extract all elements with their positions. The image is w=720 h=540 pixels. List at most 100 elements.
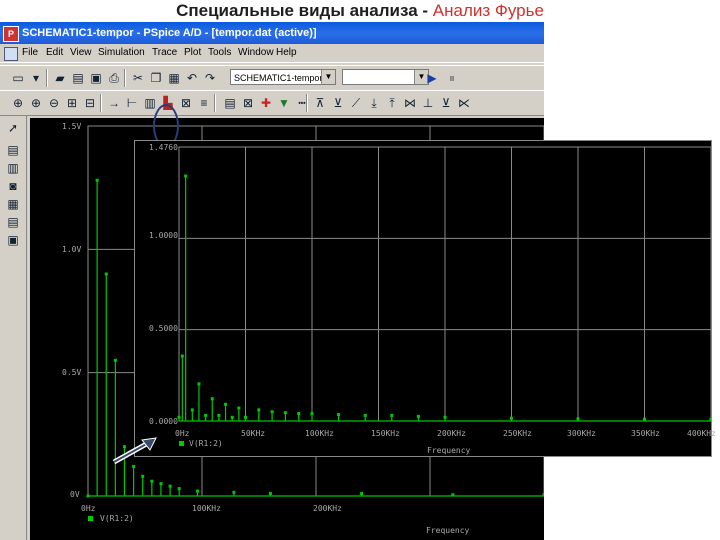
document-icon[interactable] [4,47,18,61]
mark-label-icon[interactable]: ▼ [276,95,292,111]
redo-icon[interactable]: ↷ [202,70,218,86]
data-point [270,410,274,414]
data-point [113,358,117,362]
data-point [132,464,136,468]
menu-trace[interactable]: Trace [152,44,177,62]
copy-icon[interactable]: ❐ [148,70,164,86]
open-file-icon[interactable]: ▤ [70,70,86,86]
zoom-in-icon[interactable]: ⊕ [28,95,44,111]
new-file-icon[interactable]: ▭ [10,70,26,86]
pause-icon[interactable]: ⏸ [444,70,460,86]
data-point [232,490,236,494]
data-point [337,413,341,417]
zoom-fit-icon[interactable]: ⊕ [10,95,26,111]
data-point [244,415,247,419]
previous-transition-icon[interactable]: ⋉ [456,95,472,111]
data-point [180,354,184,358]
next-transition-icon[interactable]: ⊻ [438,95,454,111]
cursor-icon[interactable]: ⊠ [240,95,256,111]
dropdown-arrow-icon[interactable]: ▾ [28,70,44,86]
plot-window-icon[interactable]: ▣ [5,232,21,248]
data-file-icon[interactable]: ▤ [5,214,21,230]
cursor-trough-icon[interactable]: ⊻ [330,95,346,111]
paste-icon[interactable]: ▦ [166,70,182,86]
zoom-previous-icon[interactable]: ⊟ [82,95,98,111]
simulation-settings-icon[interactable]: ▤ [5,142,21,158]
data-point [217,413,221,417]
y-tick-label: 0.5000 [149,324,178,333]
pointer-icon[interactable]: ➚ [5,120,21,136]
log-x-axis-icon[interactable]: → [106,95,122,111]
zoom-area-icon[interactable]: ⊞ [64,95,80,111]
log-y-axis-icon[interactable]: ⊢ [124,95,140,111]
simulation-profile-value: SCHEMATIC1-tempor [234,73,323,83]
output-file-icon[interactable]: ▥ [5,160,21,176]
data-point [451,493,455,497]
menu-edit[interactable]: Edit [46,44,63,62]
data-point [443,415,447,419]
cursor-search-icon[interactable]: ⊥ [420,95,436,111]
data-point [542,493,544,497]
x-tick-label: 400KHz [687,429,716,438]
menu-window[interactable]: Window [238,44,274,62]
menu-help[interactable]: Help [276,44,297,62]
slide-title-accent: Анализ Фурье [432,1,544,20]
x-axis-title: Frequency [427,446,471,455]
open-folder-icon[interactable]: ▰ [52,70,68,86]
data-point [297,412,301,416]
grid-toggle-icon[interactable]: ▥ [142,95,158,111]
data-point [510,416,513,420]
menu-simulation[interactable]: Simulation [98,44,145,62]
print-icon[interactable]: ⎙ [106,70,122,86]
cursor-min-icon[interactable]: ⤓ [366,95,382,111]
trace-legend[interactable]: V(R1:2) [189,439,223,448]
slide-title: Специальные виды анализа - Анализ Фурье [0,0,720,22]
x-tick-label: 200KHz [437,429,466,438]
data-point [643,417,646,421]
data-point [310,412,314,416]
run-icon[interactable]: ▶ [424,70,440,86]
data-point [95,178,99,182]
menu-tools[interactable]: Tools [208,44,231,62]
left-toolbar: ➚ ▤ ▥ ◙ ▦ ▤ ▣ [0,116,27,540]
standard-toolbar: ▭ ▾ ▰ ▤ ▣ ⎙ ✂ ❐ ▦ ↶ ↷ SCHEMATIC1-tempor ▼… [0,65,544,91]
chevron-down-icon[interactable]: ▼ [321,70,335,84]
zoom-out-icon[interactable]: ⊖ [46,95,62,111]
trace-marker-icon [88,516,93,521]
search-input[interactable] [342,69,416,85]
app-icon: P [3,26,19,42]
x-tick-label: 150KHz [371,429,400,438]
menu-plot[interactable]: Plot [184,44,201,62]
simulation-profile-select[interactable]: SCHEMATIC1-tempor ▼ [230,69,336,85]
show-simulation-queue-icon[interactable]: ▦ [5,196,21,212]
data-point [360,492,364,496]
inset-plot-svg [177,146,713,422]
y-tick-label: 1.4760 [149,143,178,152]
data-point [204,413,208,417]
title-bar: P SCHEMATIC1-tempor - PSpice A/D - [temp… [0,22,544,44]
add-trace-icon[interactable]: ≡ [196,95,212,111]
menu-view[interactable]: View [70,44,92,62]
cursor-point-icon[interactable]: ⋈ [402,95,418,111]
data-point [197,382,201,386]
messages-icon[interactable]: ◙ [5,178,21,194]
x-tick-label: 50KHz [241,429,266,438]
trace-marker-icon [179,441,184,446]
cursor-peak-icon[interactable]: ⊼ [312,95,328,111]
data-point [150,479,154,483]
zoomed-inset-plot[interactable]: 1.4760 1.0000 0.5000 0.0000 0Hz 50KHz 10… [134,140,716,457]
cursor-slope-icon[interactable]: ⟋ [348,95,364,111]
menu-file[interactable]: File [22,44,38,62]
performance-analysis-icon[interactable]: ⊠ [178,95,194,111]
cut-icon[interactable]: ✂ [130,70,146,86]
save-icon[interactable]: ▣ [88,70,104,86]
toggle-cursor-icon[interactable]: ✚ [258,95,274,111]
probe-toolbar: ⊕ ⊕ ⊖ ⊞ ⊟ → ⊢ ▥ ▙ ⊠ ≡ ▤ ⊠ ✚ ▼ ┅ ⊼ ⊻ ⟋ ⤓ … [0,90,544,116]
undo-icon[interactable]: ↶ [184,70,200,86]
eval-goal-function-icon[interactable]: ▤ [222,95,238,111]
data-point [195,489,199,493]
toolbar-separator [214,94,216,112]
data-point [190,408,194,412]
trace-legend[interactable]: V(R1:2) [100,514,134,523]
cursor-max-icon[interactable]: ⤒ [384,95,400,111]
